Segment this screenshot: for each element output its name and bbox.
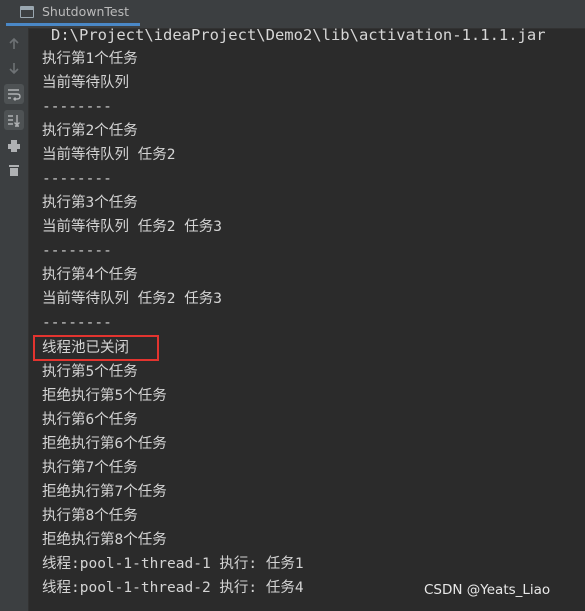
tab-shutdowntest[interactable]: ShutdownTest — [6, 0, 140, 26]
console-line: 拒绝执行第7个任务 — [42, 484, 167, 500]
console-separator: -------- — [42, 171, 112, 187]
highlight-annotation-box — [33, 335, 159, 361]
console-line: 拒绝执行第6个任务 — [42, 436, 167, 452]
console-line: 执行第7个任务 — [42, 460, 138, 476]
console-line: 当前等待队列 任务2 任务3 — [42, 291, 222, 307]
console-line: 执行第2个任务 — [42, 123, 138, 139]
console-line: 拒绝执行第8个任务 — [42, 532, 167, 548]
console-line: 拒绝执行第5个任务 — [42, 388, 167, 404]
console-line: 执行第3个任务 — [42, 195, 138, 211]
console-line: 执行第4个任务 — [42, 267, 138, 283]
console-line-classpath: D:\Project\ideaProject\Demo2\lib\activat… — [51, 28, 546, 44]
arrow-up-icon[interactable] — [4, 34, 24, 54]
console-line: 执行第8个任务 — [42, 508, 138, 524]
console-line: 执行第5个任务 — [42, 364, 138, 380]
console-separator: -------- — [42, 315, 112, 331]
run-tab-bar: ShutdownTest — [0, 0, 585, 29]
console-line: 线程:pool-1-thread-2 执行: 任务4 — [42, 580, 304, 596]
console-window-icon — [20, 5, 34, 18]
console-line: 当前等待队列 任务2 任务3 — [42, 219, 222, 235]
console-output[interactable]: D:\Project\ideaProject\Demo2\lib\activat… — [29, 28, 585, 611]
console-line: 当前等待队列 任务2 — [42, 147, 176, 163]
trash-icon[interactable] — [4, 160, 24, 180]
print-icon[interactable] — [4, 136, 24, 156]
console-line: 线程:pool-1-thread-1 执行: 任务1 — [42, 556, 304, 572]
run-console-window: ShutdownTest D:\Project\ideaProject\Demo… — [0, 0, 585, 611]
scroll-to-end-icon[interactable] — [4, 110, 24, 130]
arrow-down-icon[interactable] — [4, 58, 24, 78]
console-line: 执行第6个任务 — [42, 412, 138, 428]
console-toolbar — [0, 28, 29, 611]
console-line: 当前等待队列 — [42, 75, 129, 91]
watermark-text: CSDN @Yeats_Liao — [424, 582, 551, 598]
console-separator: -------- — [42, 243, 112, 259]
soft-wrap-icon[interactable] — [4, 84, 24, 104]
console-separator: -------- — [42, 99, 112, 115]
tab-label: ShutdownTest — [42, 4, 130, 19]
console-line: 执行第1个任务 — [42, 51, 138, 67]
